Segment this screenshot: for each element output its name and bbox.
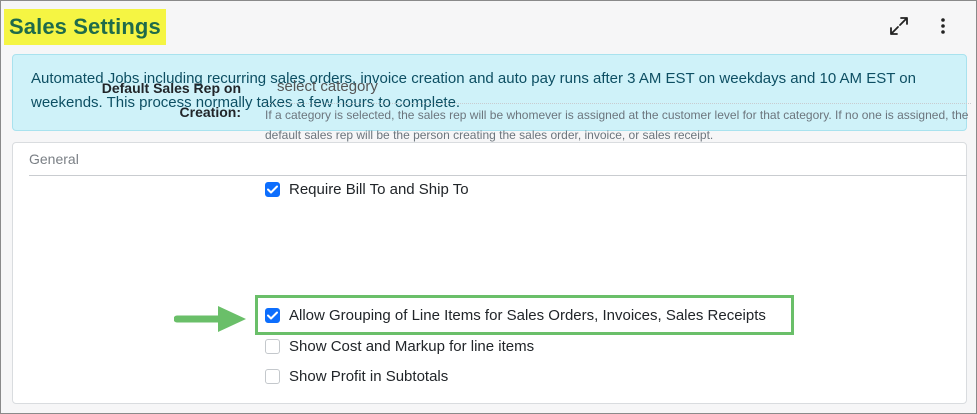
title-highlight: Sales Settings [4,9,166,45]
default-sales-rep-label-line1: Default Sales Rep on [101,80,241,96]
show-profit-label: Show Profit in Subtotals [289,368,449,385]
expand-icon[interactable] [888,15,910,37]
default-sales-rep-label: Default Sales Rep on Creation: [41,76,241,124]
allow-grouping-label: Allow Grouping of Line Items for Sales O… [289,307,766,324]
require-bill-ship-checkbox[interactable] [265,182,280,197]
annotation-arrow-icon [174,306,246,332]
sales-settings-panel: Sales Settings Automated Jobs including … [0,0,977,414]
show-cost-markup-label: Show Cost and Markup for line items [289,338,535,355]
default-sales-rep-select[interactable]: select category [265,74,971,104]
require-bill-ship-option[interactable]: Require Bill To and Ship To [265,181,469,198]
show-profit-option[interactable]: Show Profit in Subtotals [265,368,448,385]
general-section-header: General [29,151,967,176]
allow-grouping-option[interactable]: Allow Grouping of Line Items for Sales O… [265,307,766,324]
show-cost-markup-checkbox[interactable] [265,339,280,354]
page-title: Sales Settings [9,14,161,39]
default-sales-rep-label-line2: Creation: [179,104,241,120]
general-card: General [12,142,967,404]
header-actions [888,15,954,37]
require-bill-ship-label: Require Bill To and Ship To [289,181,469,198]
allow-grouping-checkbox[interactable] [265,308,280,323]
more-vertical-icon[interactable] [932,15,954,37]
show-cost-markup-option[interactable]: Show Cost and Markup for line items [265,338,534,355]
show-profit-checkbox[interactable] [265,369,280,384]
default-sales-rep-placeholder: select category [277,78,378,95]
default-sales-rep-help-text: If a category is selected, the sales rep… [265,108,969,142]
